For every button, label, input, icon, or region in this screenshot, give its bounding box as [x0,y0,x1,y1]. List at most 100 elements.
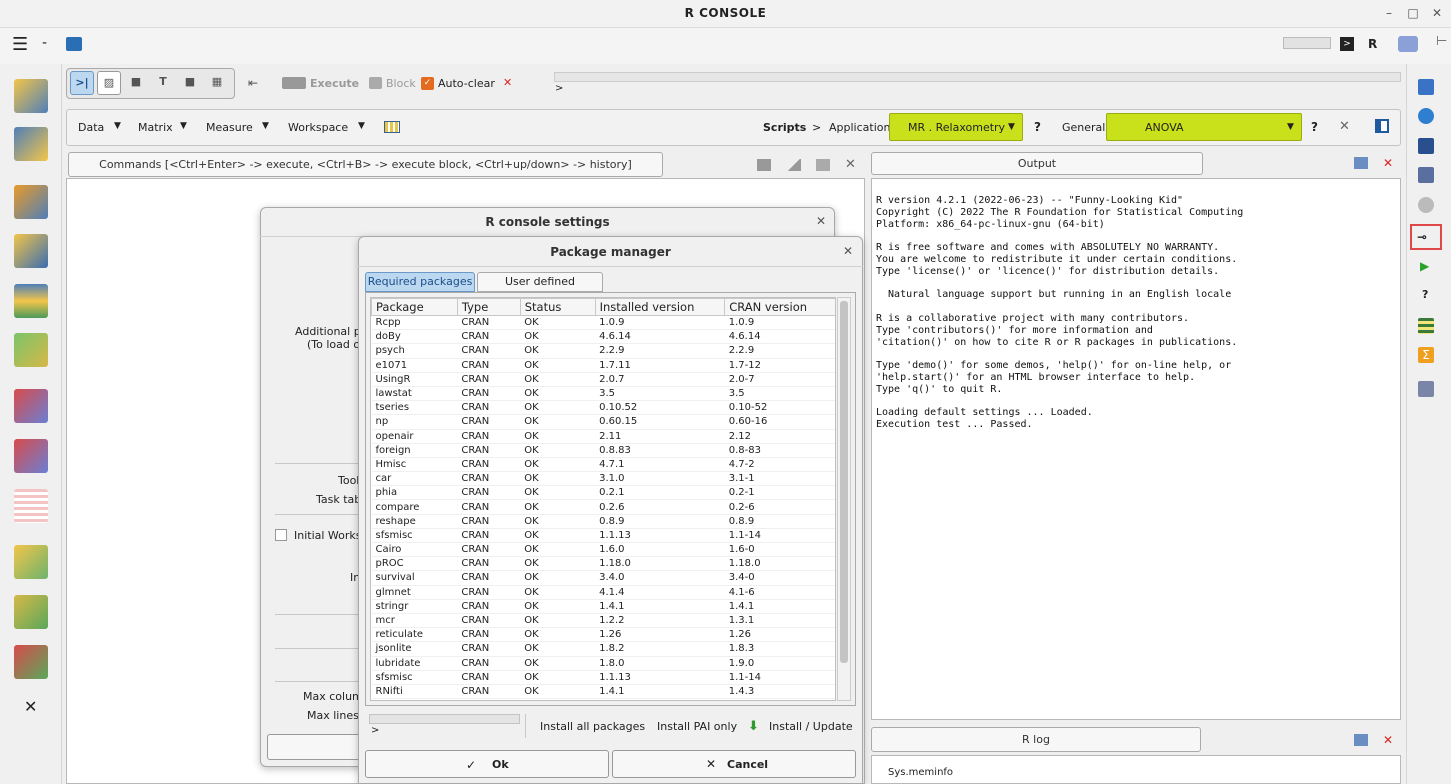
table-row[interactable]: Cairo CRAN OK 1.6.0 1.6-0 [371,542,835,558]
table-row[interactable]: stringr CRAN OK 1.4.1 1.4.1 [371,599,835,614]
export-icon[interactable] [66,37,82,51]
text-mode-button[interactable]: T [151,71,175,95]
molecule-icon[interactable] [14,333,48,367]
col-status[interactable]: Status [519,298,596,316]
pkg-cancel-button[interactable]: ✕ Cancel [612,750,856,778]
tab-user-defined-packages[interactable]: User defined packages [477,272,603,306]
rlog-panel[interactable]: Sys.meminfo [871,755,1401,784]
package-manager-close-icon[interactable]: ✕ [843,244,853,258]
grid-mode-button[interactable]: ▦ [205,71,229,95]
layers-icon[interactable] [14,284,48,318]
k2-k1-icon[interactable] [14,79,48,113]
pkg-ok-button[interactable]: ✓ Ok [365,750,609,778]
table-row[interactable]: reshape CRAN OK 0.8.9 0.8.9 [371,514,835,529]
application-dropdown[interactable]: MR . Relaxometry ▼ [889,113,1023,141]
menu-matrix-arrow[interactable]: ▼ [180,121,187,131]
initial-workspace-checkbox[interactable] [275,529,287,541]
autoclear-checkbox[interactable]: ✓ [421,77,434,90]
scrollbar-thumb[interactable] [840,301,848,663]
table-row[interactable]: lawstat CRAN OK 3.5 3.5 [371,386,835,402]
record-icon[interactable] [1418,197,1434,213]
tab-required-packages[interactable]: Required packages [365,272,475,292]
rlog-close-icon[interactable]: ✕ [1383,733,1393,747]
table-row[interactable]: jsonlite CRAN OK 1.8.2 1.8.3 [371,641,835,657]
pin-icon[interactable]: ⊢ [1436,34,1447,49]
plot-mode-button[interactable]: ▨ [97,71,121,95]
module-icon[interactable] [1418,381,1434,397]
menu-data-arrow[interactable]: ▼ [114,121,121,131]
organs-icon[interactable] [14,645,48,679]
menu-measure[interactable]: Measure [206,121,253,134]
settings-ok-button[interactable] [267,734,367,760]
run-icon[interactable]: ▶ [1420,259,1429,273]
table-row[interactable]: psych CRAN OK 2.2.9 2.2.9 [371,343,835,359]
tools-icon[interactable] [14,185,48,219]
maximize-icon[interactable]: □ [1405,5,1421,21]
settings-cog-icon[interactable] [1398,36,1418,52]
table-row[interactable]: pROC CRAN OK 1.18.0 1.18.0 [371,556,835,572]
menu-workspace-arrow[interactable]: ▼ [358,121,365,131]
table-row[interactable]: survival CRAN OK 3.4.0 3.4-0 [371,570,835,586]
terminal-icon[interactable]: > [1340,37,1354,51]
brain-icon[interactable] [14,545,48,579]
table-row[interactable]: glmnet CRAN OK 4.1.4 4.1-6 [371,585,835,600]
install-all-button[interactable]: Install all packages [540,720,645,733]
col-package[interactable]: Package [371,298,458,316]
table-row[interactable]: sfsmisc CRAN OK 1.1.13 1.1-14 [371,670,835,685]
bone-icon[interactable] [14,595,48,629]
application-help-icon[interactable]: ? [1034,120,1041,134]
save-icon[interactable] [1418,138,1434,154]
workflow-icon[interactable] [14,127,48,161]
table-row[interactable]: tseries CRAN OK 0.10.52 0.10-52 [371,400,835,416]
rlog-copy-icon[interactable] [1354,734,1368,746]
table-row[interactable]: UsingR CRAN OK 2.0.7 2.0-7 [371,372,835,387]
execute-button[interactable]: Execute [310,77,359,90]
table-row[interactable]: compare CRAN OK 0.2.6 0.2-6 [371,499,835,515]
menu-matrix[interactable]: Matrix [138,121,173,134]
sum-icon[interactable]: Σ [1418,347,1434,363]
install-pai-button[interactable]: Install PAI only [657,720,737,733]
mri-heart-icon[interactable] [14,439,48,473]
col-cran-version[interactable]: CRAN version [724,298,835,316]
close-panel-icon[interactable]: ✕ [24,697,37,716]
table-row[interactable]: foreign CRAN OK 0.8.83 0.8-83 [371,443,835,458]
menu-data[interactable]: Data [78,121,104,134]
table-row[interactable]: doBy CRAN OK 4.6.14 4.6.14 [371,329,835,345]
settings-close-icon[interactable]: ✕ [816,214,826,228]
insert-icon[interactable]: ⇤ [248,76,258,90]
col-installed-version[interactable]: Installed version [594,298,726,316]
col-type[interactable]: Type [456,298,521,316]
output-panel[interactable]: R version 4.2.1 (2022-06-23) -- "Funny-L… [871,178,1401,720]
fill-mode-button[interactable]: ■ [178,71,202,95]
key-icon[interactable]: ⊸ [1417,231,1427,243]
table-row[interactable]: e1071 CRAN OK 1.7.11 1.7-12 [371,358,835,373]
table-row[interactable]: Hmisc CRAN OK 4.7.1 4.7-2 [371,457,835,473]
menu-measure-arrow[interactable]: ▼ [262,121,269,131]
minimize-icon[interactable]: – [1381,5,1397,21]
menu-workspace[interactable]: Workspace [288,121,348,134]
help-icon[interactable]: ? [1422,288,1428,301]
table-row[interactable]: phia CRAN OK 0.2.1 0.2-1 [371,485,835,501]
table-row[interactable]: sfsmisc CRAN OK 1.1.13 1.1-14 [371,528,835,544]
table-row[interactable]: RNifti CRAN OK 1.4.1 1.4.3 [371,684,835,700]
block-button[interactable]: Block [386,77,416,90]
commands-close-icon[interactable]: ✕ [845,157,856,172]
install-update-button[interactable]: Install / Update [769,720,853,733]
general-dropdown[interactable]: ANOVA ▼ [1106,113,1302,141]
close-icon[interactable]: ✕ [1429,5,1445,21]
table-row[interactable]: np CRAN OK 0.60.15 0.60-16 [371,414,835,430]
package-table-scrollbar[interactable] [837,297,851,701]
table-row[interactable]: openair CRAN OK 2.11 2.12 [371,429,835,444]
output-close-icon[interactable]: ✕ [1383,156,1393,170]
console-mode-button[interactable]: >| [70,71,94,95]
table-row[interactable]: Rcpp CRAN OK 1.0.9 1.0.9 [371,315,835,331]
cardiac-icon[interactable] [14,489,48,523]
table-row[interactable]: mcr CRAN OK 1.2.2 1.3.1 [371,613,835,629]
clear-icon[interactable]: ✕ [503,76,512,89]
commands-copy-icon[interactable] [816,159,830,171]
output-copy-icon[interactable] [1354,157,1368,169]
pet-heart-icon[interactable] [14,389,48,423]
open-folder-icon[interactable] [1418,79,1434,95]
table-row[interactable]: car CRAN OK 3.1.0 3.1-1 [371,471,835,487]
table-row[interactable]: reticulate CRAN OK 1.26 1.26 [371,627,835,643]
